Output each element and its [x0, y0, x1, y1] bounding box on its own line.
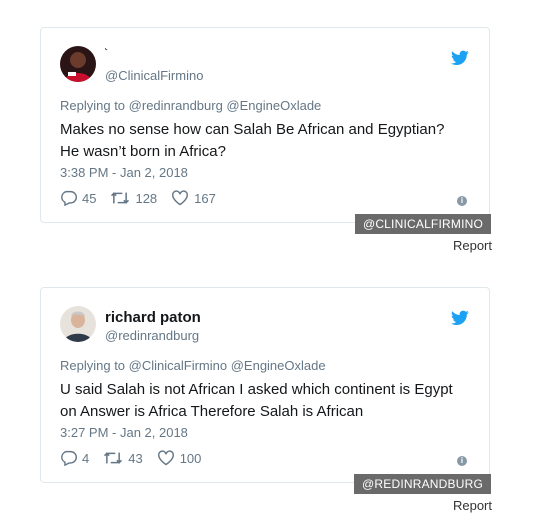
handle-badge: @REDINRANDBURG: [354, 474, 491, 494]
reply-count: 4: [82, 450, 90, 466]
like-icon: [172, 190, 189, 206]
timestamp[interactable]: 3:27 PM - Jan 2, 2018: [60, 425, 188, 440]
handle-badge: @CLINICALFIRMINO: [354, 214, 491, 234]
tweet-actions: 4 43 100: [60, 450, 215, 466]
tweet-text-line: on Answer is Africa Therefore Salah is A…: [60, 403, 364, 420]
reply-icon: [61, 190, 77, 206]
reply-button[interactable]: 45: [60, 190, 96, 206]
twitter-bird-icon[interactable]: [451, 50, 469, 66]
like-count: 167: [194, 190, 216, 206]
reply-handles[interactable]: @ClinicalFirmino @EngineOxlade: [129, 358, 326, 373]
tweet-text-line: He wasn’t born in Africa?: [60, 143, 226, 160]
reply-context: Replying to @ClinicalFirmino @EngineOxla…: [60, 358, 326, 373]
retweet-icon: [111, 192, 130, 204]
avatar[interactable]: [60, 46, 96, 82]
tweet-text: Makes no sense how can Salah Be African …: [60, 119, 480, 163]
retweet-icon: [104, 452, 123, 464]
retweet-button[interactable]: 128: [110, 190, 157, 206]
user-handle[interactable]: @redinrandburg: [105, 328, 199, 343]
reply-handles[interactable]: @redinrandburg @EngineOxlade: [129, 98, 322, 113]
retweet-button[interactable]: 43: [103, 450, 143, 466]
tweet-actions: 45 128 167: [60, 190, 230, 206]
tweet-card[interactable]: richard paton @redinrandburg Replying to…: [40, 287, 490, 483]
retweet-count: 128: [135, 190, 158, 206]
display-name[interactable]: ˞: [105, 44, 108, 54]
like-icon: [157, 450, 174, 466]
reply-prefix: Replying to: [60, 98, 126, 113]
tweet-card[interactable]: ˞ @ClinicalFirmino Replying to @redinran…: [40, 27, 490, 223]
tweet-text: U said Salah is not African I asked whic…: [60, 379, 480, 423]
reply-context: Replying to @redinrandburg @EngineOxlade: [60, 98, 321, 113]
tweet-text-line: U said Salah is not African I asked whic…: [60, 381, 453, 398]
retweet-count: 43: [128, 450, 143, 466]
info-icon[interactable]: i: [457, 456, 467, 466]
like-count: 100: [179, 450, 202, 466]
reply-button[interactable]: 4: [60, 450, 89, 466]
avatar[interactable]: [60, 306, 96, 342]
user-handle[interactable]: @ClinicalFirmino: [105, 68, 203, 83]
tweet-text-line: Makes no sense how can Salah Be African …: [60, 121, 445, 138]
timestamp[interactable]: 3:38 PM - Jan 2, 2018: [60, 165, 188, 180]
reply-prefix: Replying to: [60, 358, 126, 373]
like-button[interactable]: 100: [157, 450, 202, 466]
info-icon[interactable]: i: [457, 196, 467, 206]
like-button[interactable]: 167: [171, 190, 216, 206]
report-link[interactable]: Report: [453, 498, 492, 513]
reply-count: 45: [82, 190, 97, 206]
report-link[interactable]: Report: [453, 238, 492, 253]
twitter-bird-icon[interactable]: [451, 310, 469, 326]
display-name[interactable]: richard paton: [105, 309, 201, 326]
reply-icon: [61, 450, 77, 466]
